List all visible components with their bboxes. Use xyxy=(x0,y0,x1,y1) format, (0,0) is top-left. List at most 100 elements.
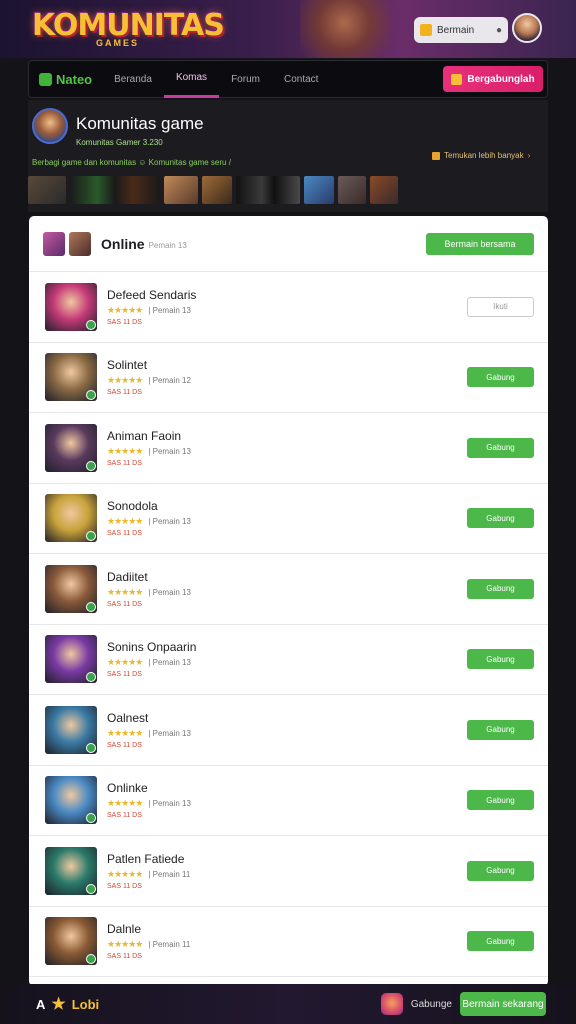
player-info: Sonins Onpaarin ★★★★★ | Pemain 13 SAS 11… xyxy=(107,640,196,678)
player-avatar[interactable] xyxy=(45,423,97,472)
player-meta: ★★★★★ | Pemain 13 xyxy=(107,446,191,457)
game-thumbnail[interactable] xyxy=(338,176,366,204)
player-count: | Pemain 13 xyxy=(148,517,191,527)
join-player-button[interactable]: Gabung xyxy=(467,367,534,388)
tab-contact[interactable]: Contact xyxy=(272,60,330,98)
join-player-button[interactable]: Gabung xyxy=(467,649,534,670)
player-name[interactable]: Oalnest xyxy=(107,711,191,725)
player-meta: ★★★★★ | Pemain 13 xyxy=(107,657,196,668)
join-player-button[interactable]: Gabung xyxy=(467,931,534,952)
main-nav: Nateo Beranda Komas Forum Contact Bergab… xyxy=(28,60,548,98)
rating-stars-icon: ★★★★★ xyxy=(107,727,143,738)
join-player-button[interactable]: Ikuti xyxy=(467,296,534,317)
discover-more-link[interactable]: Temukan lebih banyak › xyxy=(432,151,530,160)
community-tags: Berbagi game dan komunitas ☺ Komunitas g… xyxy=(32,158,231,167)
player-info: Oalnest ★★★★★ | Pemain 13 SAS 11 DS xyxy=(107,711,191,749)
game-thumbnail[interactable] xyxy=(370,176,398,204)
player-name[interactable]: Onlinke xyxy=(107,781,191,795)
player-row[interactable]: Dadiitet ★★★★★ | Pemain 13 SAS 11 DS Gab… xyxy=(29,554,548,625)
nav-brand[interactable]: Nateo xyxy=(29,72,102,87)
player-name[interactable]: Patlen Fatiede xyxy=(107,852,190,866)
player-tag: SAS 11 DS xyxy=(107,882,142,890)
online-status-icon xyxy=(86,954,96,965)
player-name[interactable]: Animan Faoin xyxy=(107,429,191,443)
bottom-bar: A ★ Lobi Gabunge Bermain sekarang xyxy=(0,984,576,1024)
player-avatar[interactable] xyxy=(45,564,97,613)
player-avatar[interactable] xyxy=(45,705,97,754)
tab-forum[interactable]: Forum xyxy=(219,60,272,98)
player-tag: SAS 11 DS xyxy=(107,318,142,326)
player-avatar[interactable] xyxy=(45,917,97,966)
player-tag: SAS 11 DS xyxy=(107,600,142,608)
game-thumbnail[interactable] xyxy=(164,176,198,204)
panel-header: Online Pemain 13 Bermain bersama xyxy=(29,216,548,272)
bottom-label: Gabunge xyxy=(410,998,452,1010)
player-name[interactable]: Defeed Sendaris xyxy=(107,288,196,302)
player-avatar[interactable] xyxy=(45,846,97,895)
game-thumbnail[interactable] xyxy=(70,176,160,204)
player-avatar[interactable] xyxy=(45,282,97,331)
game-thumbnail[interactable] xyxy=(28,176,66,204)
player-meta: ★★★★★ | Pemain 11 xyxy=(107,869,190,880)
game-thumbnail[interactable] xyxy=(236,176,300,204)
join-button[interactable]: Bergabunglah xyxy=(443,66,543,92)
player-info: Onlinke ★★★★★ | Pemain 13 SAS 11 DS xyxy=(107,781,191,819)
online-status-icon xyxy=(86,460,96,471)
player-row[interactable]: Dalnle ★★★★★ | Pemain 11 SAS 11 DS Gabun… xyxy=(29,907,548,977)
player-tag: SAS 11 DS xyxy=(107,459,142,467)
player-row[interactable]: Animan Faoin ★★★★★ | Pemain 13 SAS 11 DS… xyxy=(29,413,548,484)
game-thumbnail[interactable] xyxy=(202,176,232,204)
join-player-button[interactable]: Gabung xyxy=(467,508,534,529)
user-avatar[interactable] xyxy=(512,13,542,43)
lobby-link[interactable]: A ★ Lobi xyxy=(36,994,99,1014)
player-count: | Pemain 13 xyxy=(148,658,191,668)
player-name[interactable]: Solintet xyxy=(107,358,191,372)
player-count: | Pemain 11 xyxy=(148,940,191,950)
player-name[interactable]: Sonodola xyxy=(107,499,191,513)
player-row[interactable]: Oalnest ★★★★★ | Pemain 13 SAS 11 DS Gabu… xyxy=(29,695,548,766)
player-avatar[interactable] xyxy=(45,635,97,684)
player-count: | Pemain 13 xyxy=(148,305,191,315)
player-name[interactable]: Sonins Onpaarin xyxy=(107,640,196,654)
join-player-button[interactable]: Gabung xyxy=(467,578,534,599)
header-avatars xyxy=(43,231,91,256)
player-meta: ★★★★★ | Pemain 13 xyxy=(107,587,191,598)
play-now-button[interactable]: Bermain sekarang xyxy=(460,992,546,1016)
nav-brand-label: Nateo xyxy=(56,71,93,87)
join-player-button[interactable]: Gabung xyxy=(467,860,534,881)
player-row[interactable]: Sonins Onpaarin ★★★★★ | Pemain 13 SAS 11… xyxy=(29,625,548,695)
join-player-button[interactable]: Gabung xyxy=(467,437,534,458)
player-info: Animan Faoin ★★★★★ | Pemain 13 SAS 11 DS xyxy=(107,429,191,467)
tab-community[interactable]: Komas xyxy=(163,60,220,98)
player-row[interactable]: Sonodola ★★★★★ | Pemain 13 SAS 11 DS Gab… xyxy=(29,484,548,554)
player-count: | Pemain 11 xyxy=(148,869,191,879)
join-player-button[interactable]: Gabung xyxy=(467,790,534,811)
player-meta: ★★★★★ | Pemain 12 xyxy=(107,375,191,386)
rating-stars-icon: ★★★★★ xyxy=(107,375,143,386)
online-status-icon xyxy=(86,672,96,683)
lobby-letter-icon: A xyxy=(36,996,46,1012)
player-info: Sonodola ★★★★★ | Pemain 13 SAS 11 DS xyxy=(107,499,191,537)
game-thumbnail[interactable] xyxy=(304,176,334,204)
game-app-icon[interactable] xyxy=(380,993,403,1015)
player-name[interactable]: Dadiitet xyxy=(107,570,191,584)
player-tag: SAS 11 DS xyxy=(107,812,142,820)
player-row[interactable]: Defeed Sendaris ★★★★★ | Pemain 13 SAS 11… xyxy=(29,272,548,343)
player-meta: ★★★★★ | Pemain 13 xyxy=(107,516,191,527)
community-header: Komunitas game Komunitas Gamer 3.230 Tem… xyxy=(28,100,548,212)
player-avatar[interactable] xyxy=(45,494,97,543)
rating-stars-icon: ★★★★★ xyxy=(107,586,143,597)
join-player-button[interactable]: Gabung xyxy=(467,719,534,740)
play-together-button[interactable]: Bermain bersama xyxy=(426,232,534,255)
bottom-actions: Gabunge Bermain sekarang xyxy=(380,992,546,1016)
player-info: Defeed Sendaris ★★★★★ | Pemain 13 SAS 11… xyxy=(107,288,196,326)
tab-home[interactable]: Beranda xyxy=(102,60,164,98)
player-info: Dadiitet ★★★★★ | Pemain 13 SAS 11 DS xyxy=(107,570,191,608)
player-avatar[interactable] xyxy=(45,776,97,825)
player-avatar[interactable] xyxy=(45,353,97,402)
user-chip[interactable]: Bermain ● xyxy=(414,17,508,43)
player-name[interactable]: Dalnle xyxy=(107,922,190,936)
player-row[interactable]: Onlinke ★★★★★ | Pemain 13 SAS 11 DS Gabu… xyxy=(29,766,548,836)
player-row[interactable]: Patlen Fatiede ★★★★★ | Pemain 11 SAS 11 … xyxy=(29,836,548,907)
player-row[interactable]: Solintet ★★★★★ | Pemain 12 SAS 11 DS Gab… xyxy=(29,343,548,413)
